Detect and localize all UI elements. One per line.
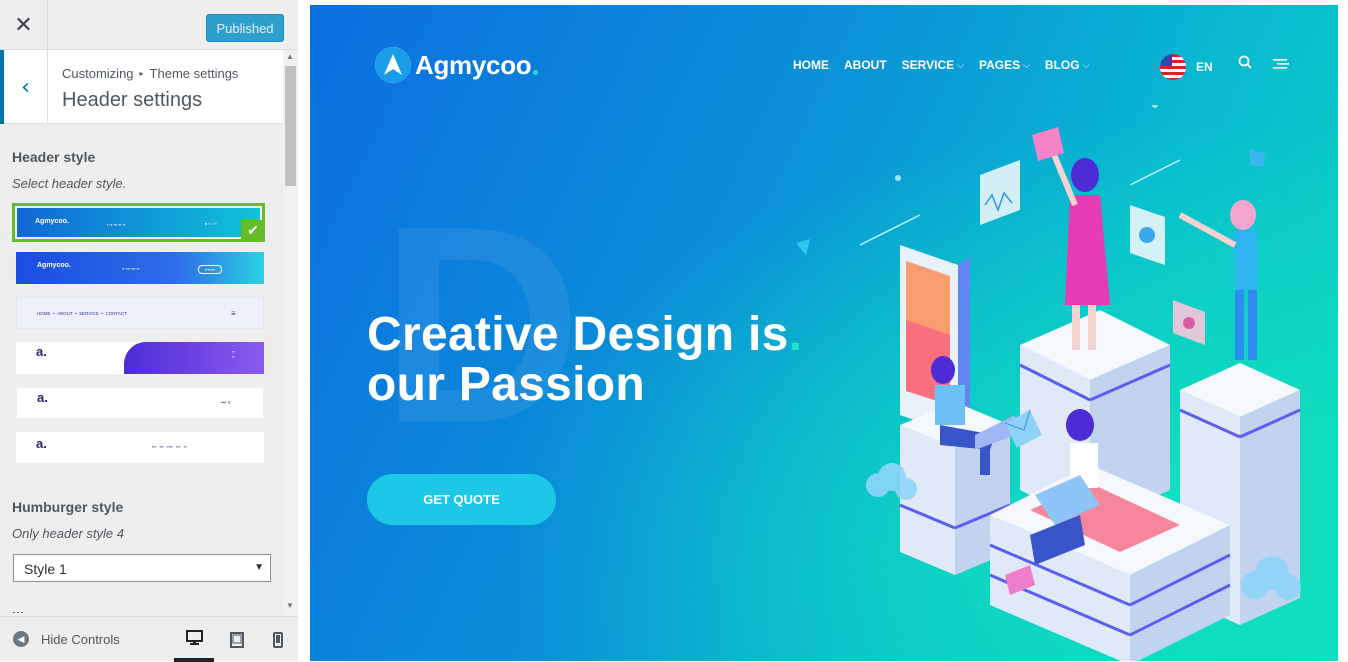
thumb-logo: Agmycoo.: [35, 218, 69, 225]
scrollbar-thumb[interactable]: [285, 66, 296, 186]
select-arrow-icon: ▼: [254, 562, 264, 573]
preview-frame-border: [1338, 5, 1348, 661]
thumb-logo: a.: [36, 436, 47, 451]
chevron-down-icon: ⌵: [957, 59, 964, 70]
hero-illustration: [780, 105, 1301, 661]
tablet-icon: [230, 631, 244, 648]
customizer-footer: ◀ Hide Controls: [0, 616, 298, 662]
logo-text: Agmycoo: [415, 49, 532, 80]
header-style-preview: Agmycoo. ▪ ▪▪ ▪▪▪ ▪▪ ▪▪ ● ▪ ○ ≡: [17, 208, 260, 237]
section-title: Header settings: [62, 89, 203, 111]
header-style-description: Select header style.: [12, 176, 127, 191]
chevron-down-icon: ⌵: [1023, 59, 1030, 70]
back-button[interactable]: ‹: [0, 50, 48, 124]
customizer-header: ✕ Published: [0, 0, 298, 50]
header-style-option-4[interactable]: a. ▪▪ ▪▪: [16, 342, 264, 374]
thumb-icons: ▪▪ ▪▪: [232, 349, 235, 359]
thumb-logo: Agmycoo.: [37, 262, 71, 269]
preview-frame-border: [298, 0, 310, 661]
hide-controls-button[interactable]: ◀ Hide Controls: [13, 631, 120, 647]
thumb-icons: ● ▪ ○ ≡: [205, 221, 217, 226]
selected-check-icon: ✔: [241, 220, 262, 239]
nav-pages[interactable]: PAGES ⌵: [979, 58, 1030, 72]
thumb-logo: a.: [37, 390, 48, 405]
header-style-label: Header style: [12, 149, 96, 165]
hamburger-style-label: Humburger style: [12, 499, 124, 515]
header-style-option-6[interactable]: a. ▪▪▪ ▪▪▪ ▪▪▪▪ ▪▪▪ ▪▪: [16, 432, 264, 463]
collapse-arrow-icon: ◀: [13, 631, 29, 647]
breadcrumb-parent: Theme settings: [149, 66, 239, 81]
desktop-preview-button[interactable]: [174, 617, 214, 662]
nav-home[interactable]: HOME: [793, 58, 829, 72]
section-header: ‹ Customizing ▸ Theme settings Header sett…: [0, 50, 283, 124]
scroll-up-arrow-icon[interactable]: ▲: [286, 52, 294, 61]
select-value: Style 1: [24, 561, 67, 577]
hamburger-style-description: Only header style 4: [12, 526, 125, 541]
nav-service[interactable]: SERVICE ⌵: [902, 58, 964, 72]
site-logo[interactable]: Agmycoo: [375, 47, 539, 83]
us-flag-icon: [1160, 54, 1186, 80]
language-label: EN: [1196, 60, 1213, 74]
search-icon[interactable]: [1238, 55, 1252, 74]
nav-blog[interactable]: BLOG ⌵: [1045, 58, 1090, 72]
thumb-nav: ▪ ▪▪ ▪▪▪ ▪▪ ▪▪: [107, 222, 126, 227]
header-style-option-3[interactable]: HOME • ABOUT • SERVICE • CONTACT ≡: [16, 297, 264, 329]
chevron-down-icon: ⌵: [1082, 59, 1090, 70]
mobile-preview-button[interactable]: [258, 617, 298, 662]
hero-title: Creative Design is our Passion: [367, 310, 847, 410]
hamburger-menu-icon[interactable]: [1273, 57, 1289, 75]
close-customizer-button[interactable]: ✕: [0, 0, 48, 50]
hero-title-line-1: Creative Design is: [367, 310, 847, 360]
thumb-icons: ▪▪▪ ≡: [221, 400, 231, 406]
breadcrumb: Customizing ▸ Theme settings: [62, 66, 238, 81]
breadcrumb-root: Customizing: [62, 66, 134, 81]
customizer-sidebar: ✕ Published ‹ Customizing ▸ Theme settings…: [0, 0, 298, 662]
thumb-cta: ▪▪▪▪▪▪▪: [198, 265, 222, 274]
logo-dot: [533, 69, 539, 75]
header-style-option-5[interactable]: a. ▪▪▪ ≡: [16, 387, 264, 419]
site-preview: D Agmycoo HOME ABOUT SERVICE ⌵ PAGES ⌵ BLO…: [310, 5, 1338, 661]
main-nav: HOME ABOUT SERVICE ⌵ PAGES ⌵ BLOG ⌵: [793, 58, 1089, 72]
thumb-logo: a.: [36, 344, 47, 359]
thumb-menu-icon: ≡: [231, 309, 236, 318]
thumb-purple-panel: [124, 342, 264, 374]
desktop-icon: [185, 629, 203, 645]
scroll-down-arrow-icon[interactable]: ▼: [286, 601, 294, 610]
get-quote-button[interactable]: GET QUOTE: [367, 474, 556, 525]
header-style-option-2[interactable]: Agmycoo. ▪▪ ▪▪▪ ▪▪▪ ▪▪ ▪▪▪▪▪▪▪: [16, 252, 264, 284]
language-switcher[interactable]: EN: [1160, 54, 1213, 80]
mobile-icon: [273, 631, 283, 648]
hide-controls-label: Hide Controls: [41, 631, 120, 647]
thumb-nav: ▪▪▪ ▪▪▪ ▪▪▪▪ ▪▪▪ ▪▪: [152, 444, 187, 449]
thumb-nav: HOME • ABOUT • SERVICE • CONTACT: [37, 311, 127, 316]
header-style-option-1[interactable]: Agmycoo. ▪ ▪▪ ▪▪▪ ▪▪ ▪▪ ● ▪ ○ ≡ ✔: [12, 203, 265, 242]
tablet-preview-button[interactable]: [217, 617, 257, 662]
publish-button[interactable]: Published: [206, 14, 284, 42]
nav-about[interactable]: ABOUT: [844, 58, 887, 72]
hamburger-style-select[interactable]: Style 1 ▼: [13, 554, 271, 582]
hero-title-line-2: our Passion: [367, 358, 646, 411]
thumb-nav: ▪▪ ▪▪▪ ▪▪▪ ▪▪: [122, 266, 140, 271]
breadcrumb-separator-icon: ▸: [139, 69, 144, 78]
arrow-logo-icon: [375, 47, 411, 83]
